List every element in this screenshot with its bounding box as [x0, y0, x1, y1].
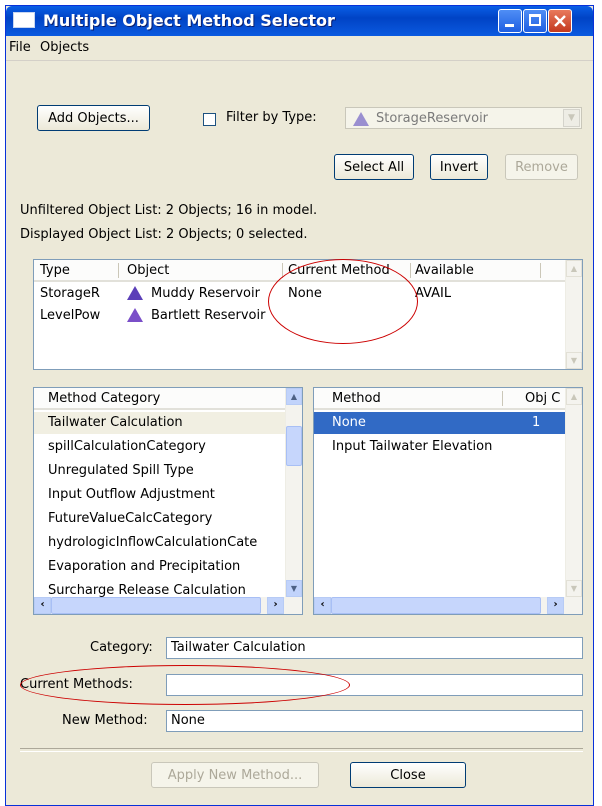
storage-reservoir-icon [127, 285, 143, 300]
list-item[interactable]: hydrologicInflowCalculationCate [34, 532, 286, 554]
column-header-available[interactable]: Available [415, 263, 474, 278]
method-hscroll-thumb[interactable] [331, 597, 541, 614]
row-type: StorageR [40, 286, 100, 301]
list-item[interactable]: Surcharge Release Calculation [34, 580, 286, 598]
scroll-right-icon[interactable]: › [547, 597, 564, 614]
object-table-header: Type Object Current Method Available [34, 260, 565, 282]
list-item[interactable]: Input Outflow Adjustment [34, 484, 286, 506]
level-power-reservoir-icon [127, 307, 143, 322]
new-method-label: New Method: [62, 713, 148, 728]
category-vscrollbar[interactable]: ▲ ▼ [285, 388, 302, 597]
close-icon [554, 15, 566, 27]
column-header-object[interactable]: Object [127, 263, 169, 278]
list-item[interactable]: Unregulated Spill Type [34, 460, 286, 482]
category-hscrollbar[interactable]: ‹ › [34, 597, 302, 614]
category-label: FutureValueCalcCategory [48, 511, 213, 526]
category-label: Evaporation and Precipitation [48, 559, 241, 574]
scroll-up-icon[interactable]: ▲ [566, 388, 582, 405]
method-list[interactable]: Method Obj C None 1 Input Tailwater Elev… [313, 387, 583, 615]
table-row[interactable]: None 1 [314, 412, 566, 434]
scroll-left-icon[interactable]: ‹ [34, 597, 51, 614]
column-header-obj-count[interactable]: Obj C [525, 391, 560, 406]
filter-by-type-label: Filter by Type: [226, 110, 317, 125]
unfiltered-count-text: Unfiltered Object List: 2 Objects; 16 in… [20, 203, 318, 218]
scroll-down-icon[interactable]: ▼ [566, 352, 582, 369]
scroll-up-icon[interactable]: ▲ [286, 388, 302, 405]
close-button[interactable]: Close [350, 762, 466, 788]
menu-file[interactable]: File [9, 40, 31, 55]
table-row[interactable]: StorageR Muddy Reservoir None AVAIL [34, 282, 565, 304]
category-label: Category: [90, 640, 153, 655]
maximize-icon [529, 14, 541, 26]
category-hscroll-thumb[interactable] [51, 597, 261, 614]
invert-button[interactable]: Invert [430, 154, 488, 180]
category-label: hydrologicInflowCalculationCate [48, 535, 258, 550]
select-all-button[interactable]: Select All [334, 154, 414, 180]
row-object: Bartlett Reservoir [151, 308, 266, 323]
category-label: spillCalculationCategory [48, 439, 206, 454]
menu-objects[interactable]: Objects [40, 40, 89, 55]
remove-button[interactable]: Remove [505, 154, 578, 180]
method-vscrollbar[interactable]: ▲ ▼ [565, 388, 582, 597]
window-title: Multiple Object Method Selector [43, 11, 335, 30]
column-header-current-method[interactable]: Current Method [288, 263, 390, 278]
table-row[interactable]: Input Tailwater Elevation [314, 436, 566, 458]
list-item[interactable]: Evaporation and Precipitation [34, 556, 286, 578]
list-item[interactable]: spillCalculationCategory [34, 436, 286, 458]
category-label: Tailwater Calculation [48, 415, 183, 430]
current-methods-label: Current Methods: [20, 677, 133, 692]
method-list-header: Method Obj C [314, 388, 566, 410]
method-category-list[interactable]: Method Category Tailwater Calculation sp… [33, 387, 303, 615]
add-objects-button[interactable]: Add Objects... [37, 105, 150, 131]
method-selector-window: Multiple Object Method Selector File Obj… [5, 5, 594, 806]
minimize-button[interactable] [498, 9, 522, 33]
table-row[interactable]: LevelPow Bartlett Reservoir [34, 304, 565, 326]
close-window-button[interactable] [548, 9, 572, 33]
method-name: None [332, 415, 366, 430]
method-category-header: Method Category [34, 388, 286, 410]
row-available: AVAIL [415, 286, 452, 301]
list-item[interactable]: FutureValueCalcCategory [34, 508, 286, 530]
maximize-button[interactable] [523, 9, 547, 33]
category-field[interactable]: Tailwater Calculation [166, 637, 583, 659]
column-header-method[interactable]: Method [332, 391, 381, 406]
current-methods-field[interactable] [166, 674, 583, 696]
title-bar[interactable]: Multiple Object Method Selector [6, 6, 593, 36]
apply-new-method-button[interactable]: Apply New Method... [151, 762, 319, 788]
category-label: Surcharge Release Calculation [48, 583, 246, 598]
scroll-down-icon[interactable]: ▼ [566, 580, 582, 597]
new-method-field[interactable]: None [166, 710, 583, 732]
filter-type-value: StorageReservoir [376, 111, 489, 126]
window-app-icon [13, 12, 35, 28]
storage-reservoir-icon [353, 111, 369, 126]
menu-bar: File Objects [6, 36, 593, 61]
method-hscrollbar[interactable]: ‹ › [314, 597, 582, 614]
row-type: LevelPow [40, 308, 101, 323]
scroll-down-icon[interactable]: ▼ [286, 580, 302, 597]
footer-divider [20, 748, 583, 752]
chevron-down-icon[interactable]: ▼ [563, 109, 580, 127]
method-name: Input Tailwater Elevation [332, 439, 493, 454]
column-header-method-category[interactable]: Method Category [48, 391, 160, 406]
scroll-up-icon[interactable]: ▲ [566, 260, 582, 277]
list-item[interactable]: Tailwater Calculation [34, 412, 286, 434]
scroll-right-icon[interactable]: › [267, 597, 284, 614]
filter-type-dropdown[interactable]: StorageReservoir ▼ [345, 107, 582, 129]
displayed-count-text: Displayed Object List: 2 Objects; 0 sele… [20, 227, 308, 242]
row-object: Muddy Reservoir [151, 286, 260, 301]
method-obj-count: 1 [532, 415, 541, 430]
minimize-icon [505, 24, 514, 27]
category-label: Input Outflow Adjustment [48, 487, 215, 502]
object-table-vscrollbar[interactable]: ▲ ▼ [565, 260, 582, 369]
row-current-method: None [288, 286, 322, 301]
column-header-type[interactable]: Type [40, 263, 70, 278]
category-label: Unregulated Spill Type [48, 463, 194, 478]
object-list-table[interactable]: Type Object Current Method Available Sto… [33, 259, 583, 370]
filter-by-type-checkbox[interactable] [203, 113, 216, 126]
category-scroll-thumb[interactable] [286, 426, 302, 466]
scroll-left-icon[interactable]: ‹ [314, 597, 331, 614]
